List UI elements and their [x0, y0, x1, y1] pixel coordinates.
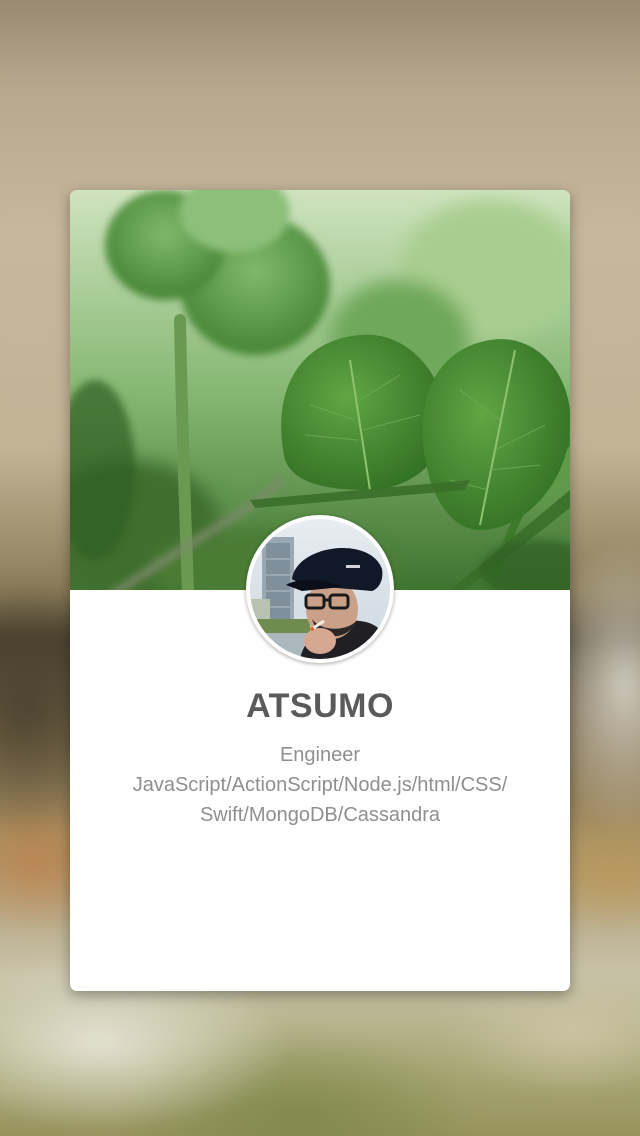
- avatar[interactable]: [246, 515, 394, 663]
- profile-card: ATSUMO Engineer JavaScript/ActionScript/…: [70, 190, 570, 991]
- app-screen: ATSUMO Engineer JavaScript/ActionScript/…: [0, 0, 640, 1136]
- bio-line-skills-2: Swift/MongoDB/Cassandra: [199, 804, 441, 826]
- profile-bio: Engineer JavaScript/ActionScript/Node.js…: [70, 740, 570, 830]
- profile-name: ATSUMO: [246, 687, 394, 725]
- bio-line-role: Engineer: [279, 744, 361, 766]
- bio-line-skills-1: JavaScript/ActionScript/Node.js/html/CSS…: [132, 774, 508, 796]
- avatar-portrait-image: [250, 519, 390, 659]
- avatar-photo: [250, 519, 390, 659]
